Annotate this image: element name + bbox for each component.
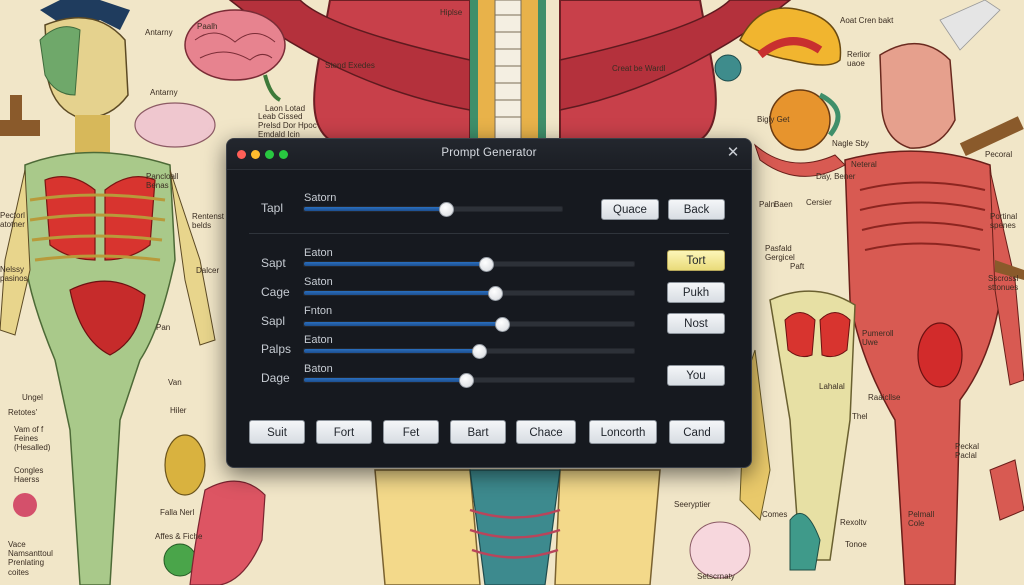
bg-label: Nelssy pasinos xyxy=(0,265,28,284)
bg-label: Pumeroll Uwe xyxy=(862,329,894,348)
slider-caption: Satorn xyxy=(304,192,337,204)
bg-label: Falla Nerl xyxy=(160,508,195,517)
slider-handle[interactable] xyxy=(471,344,487,359)
tort-button[interactable]: Tort xyxy=(667,250,725,271)
pukh-button[interactable]: Pukh xyxy=(667,282,725,303)
section-divider xyxy=(249,233,729,234)
slider[interactable] xyxy=(303,202,563,217)
slider-fill xyxy=(304,262,486,266)
bg-label: Ungel xyxy=(22,393,43,402)
bg-label: Raaicllse xyxy=(868,393,901,402)
bg-label: Retotes' xyxy=(8,408,38,417)
slider-handle[interactable] xyxy=(495,317,510,332)
slider-fill xyxy=(304,291,496,295)
slider-caption: Saton xyxy=(304,276,333,288)
slider-handle[interactable] xyxy=(478,257,494,272)
bart-button[interactable]: Bart xyxy=(450,420,506,444)
bg-label: Aoat Cren bakt xyxy=(840,16,894,25)
slider-caption: Eaton xyxy=(304,247,333,259)
close-icon[interactable]: ✕ xyxy=(725,145,741,161)
bg-label: Vam of f Feines (Hesalled) xyxy=(14,425,51,453)
bg-label: Setscrnaty xyxy=(697,572,735,581)
bg-label: Paln xyxy=(759,200,776,209)
bg-label: Hiler xyxy=(170,406,187,415)
bg-label: Portinal spenes xyxy=(990,212,1018,231)
slider-handle[interactable] xyxy=(438,202,454,217)
bg-label: Affes & Fiche xyxy=(155,532,203,541)
bg-label: Paalh xyxy=(197,22,218,31)
bg-label: Baen xyxy=(774,200,793,209)
bg-label: Pectorl atotner xyxy=(0,211,25,230)
slider-caption: Eaton xyxy=(304,334,333,346)
cand-button[interactable]: Cand xyxy=(669,420,725,444)
bg-label: Nagle Sby xyxy=(832,139,869,148)
bg-label: Day, Bener xyxy=(816,172,856,181)
bg-label: Sscrossl sttonues xyxy=(988,274,1019,293)
slider[interactable] xyxy=(303,257,635,272)
bg-label: Peckal Paclal xyxy=(955,442,980,461)
bg-label: Rexoltv xyxy=(840,518,867,527)
bg-label: Bigly Get xyxy=(757,115,790,124)
bg-label: Rerlior uaoe xyxy=(847,50,871,69)
slider[interactable] xyxy=(303,373,635,388)
chace-button[interactable]: Chace xyxy=(516,420,576,444)
bg-label: Van xyxy=(168,378,182,387)
bg-label: Pecoral xyxy=(985,150,1013,159)
slider[interactable] xyxy=(303,344,635,359)
bg-label: Antarny xyxy=(150,88,178,97)
bg-label: Lahalal xyxy=(819,382,845,391)
slider-handle[interactable] xyxy=(458,373,474,388)
bg-label: Dalcer xyxy=(196,266,220,275)
bg-label: Pancloall Benas xyxy=(146,172,179,191)
bg-label: Vace Namsanttoul Prenlating coites xyxy=(8,540,53,577)
bg-label: Antarny xyxy=(145,28,173,37)
loncorth-button[interactable]: Loncorth xyxy=(589,420,657,444)
slider[interactable] xyxy=(303,286,635,301)
bg-label: Seeryptier xyxy=(674,500,711,509)
bg-label: Hiplse xyxy=(440,8,463,17)
bg-label: Rentenst belds xyxy=(192,212,225,231)
slider-caption: Baton xyxy=(304,363,333,375)
bg-label: Comes xyxy=(762,510,788,519)
slider[interactable] xyxy=(303,317,635,332)
slider-caption: Fnton xyxy=(304,305,333,317)
bg-label: Stend Exedes xyxy=(325,61,375,70)
bg-label: Paft xyxy=(790,262,805,271)
bg-label: Laon Lotad xyxy=(265,104,306,113)
slider-handle[interactable] xyxy=(488,286,504,301)
window-title: Prompt Generator xyxy=(441,147,537,159)
suit-button[interactable]: Suit xyxy=(249,420,305,444)
bg-label: Creat be Wardl xyxy=(612,64,666,73)
bg-label: Pasfald Gergicel xyxy=(765,244,795,263)
bg-label: Leab Cissed Prelsd Dor Hpoc Emdald Icin xyxy=(258,112,317,140)
slider-fill xyxy=(304,322,502,326)
bg-label: Cersier xyxy=(806,198,832,207)
prompt-generator-window: Prompt Generator ✕ Tapl Satorn Quace Bac… xyxy=(226,138,752,468)
back-button[interactable]: Back xyxy=(668,199,725,220)
slider-fill xyxy=(304,207,446,211)
bg-label: Neteral xyxy=(851,160,877,169)
slider-fill xyxy=(304,378,466,382)
nost-button[interactable]: Nost xyxy=(667,313,725,334)
fort-button[interactable]: Fort xyxy=(316,420,372,444)
bg-label: Pan xyxy=(156,323,171,332)
slider-fill xyxy=(304,349,479,353)
bg-label: Thel xyxy=(852,412,868,421)
window-titlebar[interactable]: Prompt Generator ✕ xyxy=(227,139,751,170)
fet-button[interactable]: Fet xyxy=(383,420,439,444)
bg-label: Pelmall Cole xyxy=(908,510,935,529)
quace-button[interactable]: Quace xyxy=(601,199,659,220)
bg-label: Tonoe xyxy=(845,540,867,549)
bg-label: Congles Haerss xyxy=(14,466,44,485)
you-button[interactable]: You xyxy=(667,365,725,386)
